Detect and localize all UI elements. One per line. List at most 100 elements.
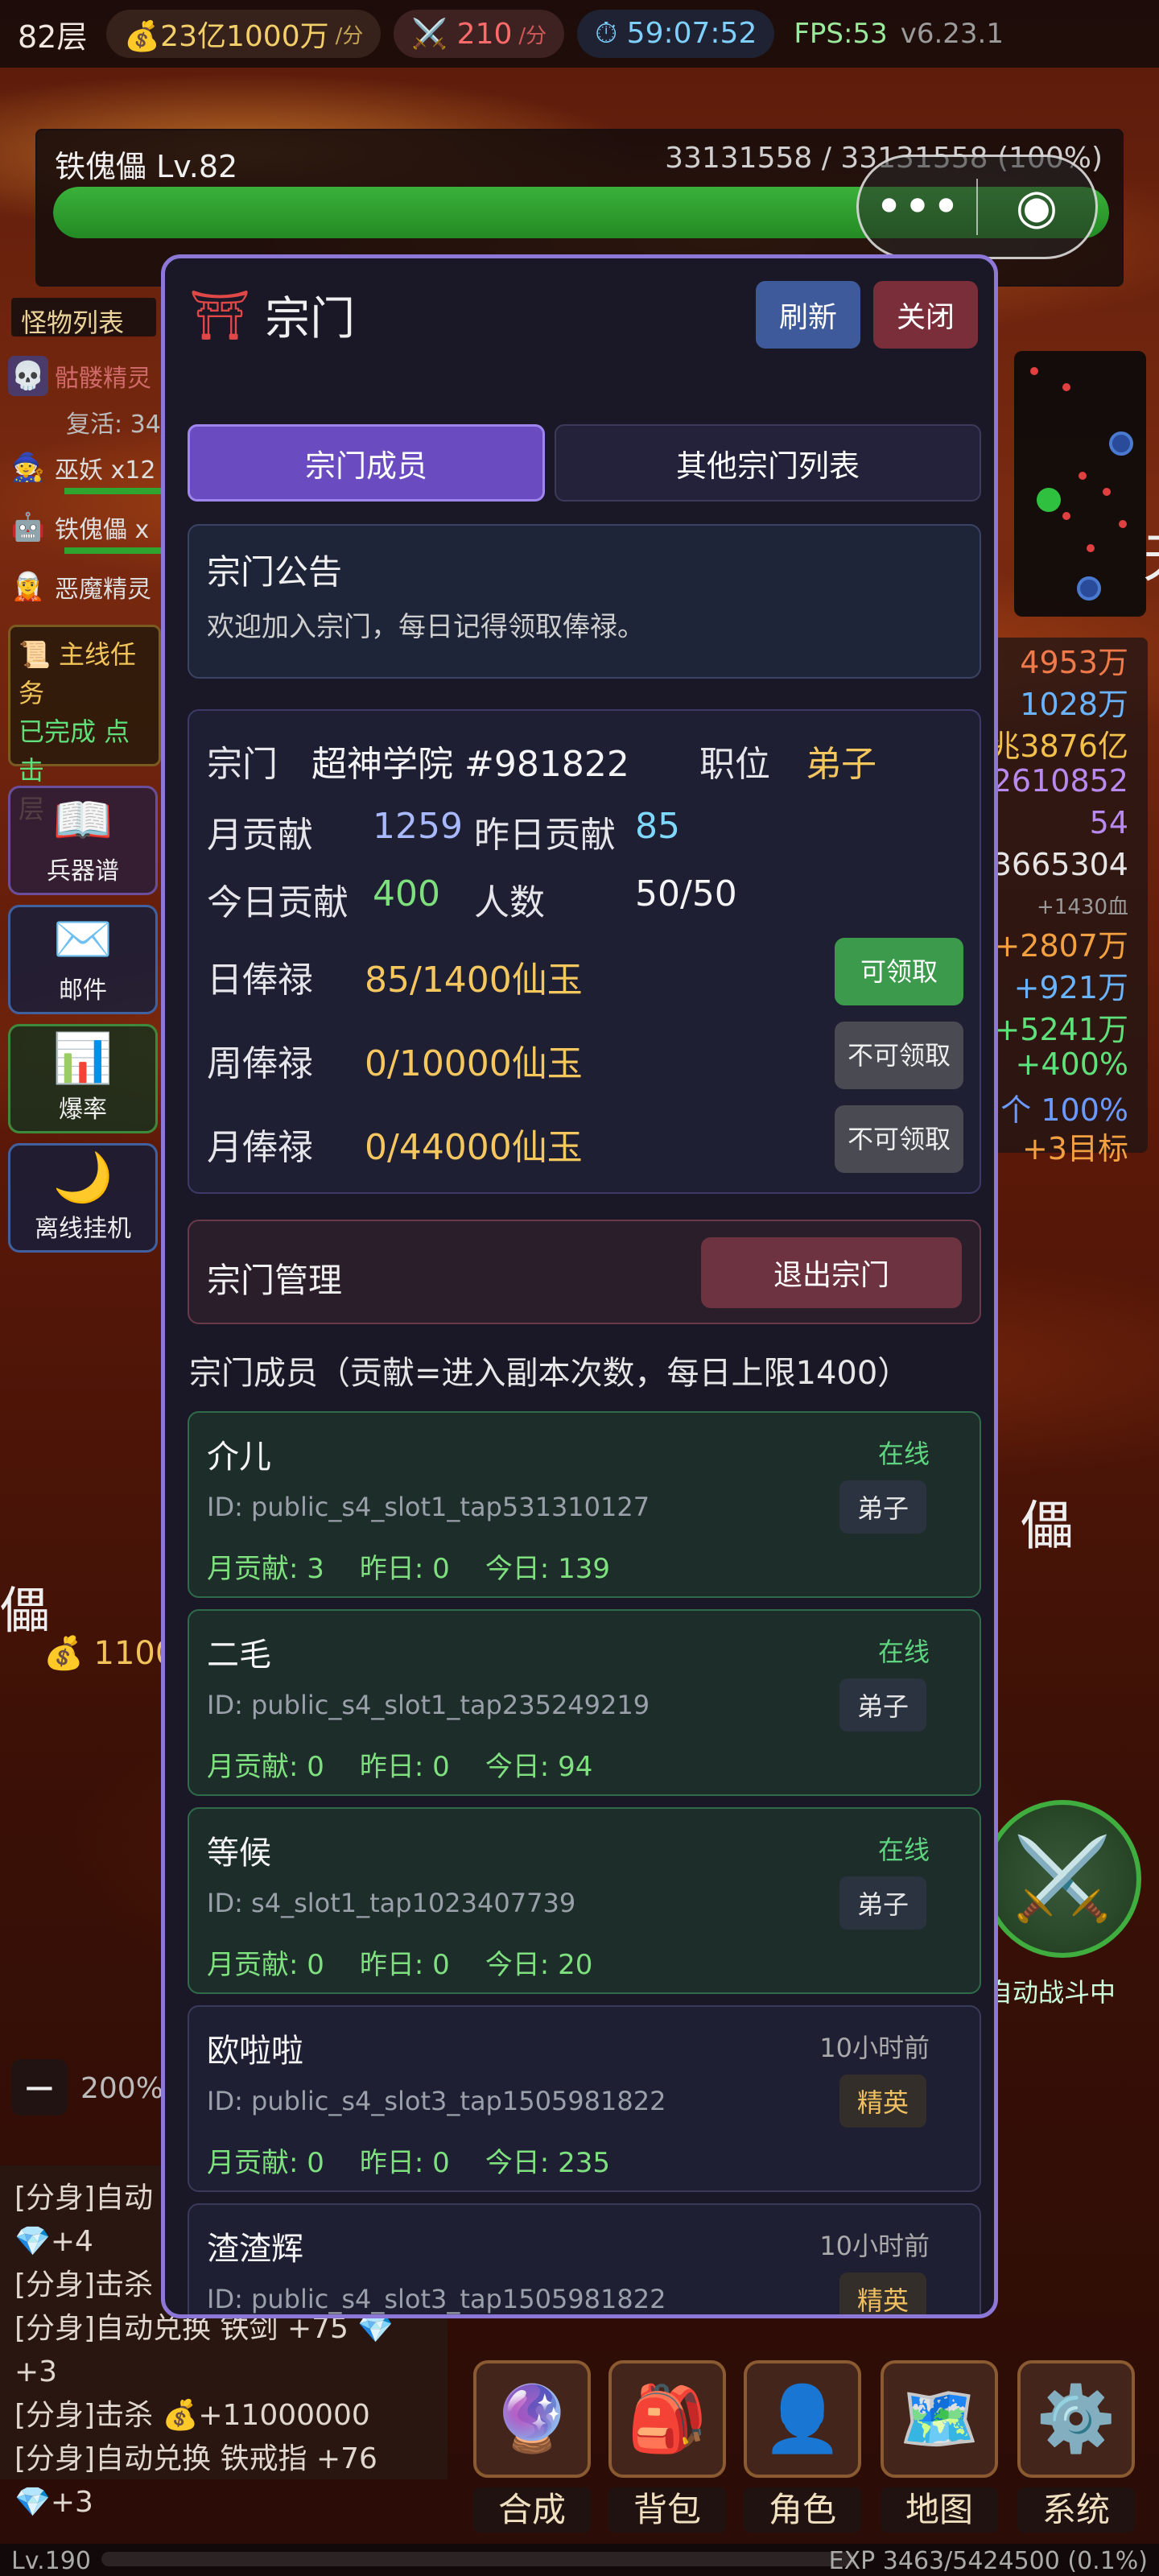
member-card[interactable]: 介儿 在线 ID: public_s4_slot1_tap531310127 弟… (188, 1411, 981, 1598)
mail-button[interactable]: ✉️ 邮件 (8, 905, 158, 1014)
stat-value: +400% (1015, 1046, 1128, 1082)
left-monster-name: 儡 (0, 1581, 51, 1640)
player-stats-panel: 4953万 1028万 兆3876亿 2610852 54 3665304 +1430血 +2… (981, 638, 1148, 1166)
monster-row[interactable]: 🤖 铁傀儡 x (8, 497, 161, 557)
offline-idle-label: 离线挂机 (35, 1215, 131, 1243)
stat-value: 54 (1089, 805, 1128, 840)
gold-rate-value: 💰23亿1000万 (124, 20, 329, 53)
daily-salary-value: 85/1400仙玉 (365, 960, 583, 1001)
player-marker (1037, 488, 1061, 512)
system-label[interactable]: 系统 (1017, 2487, 1135, 2533)
session-timer: ⏱ 59:07:52 (577, 10, 775, 58)
member-stats: 月贡献: 0 昨日: 0 今日: 94 (207, 1744, 592, 1784)
skull-icon: 💀 (8, 356, 48, 396)
timer-value: ⏱ 59:07:52 (595, 17, 757, 50)
member-card[interactable]: 欧啦啦 10小时前 ID: public_s4_slot3_tap1505981… (188, 2005, 981, 2192)
backpack-label[interactable]: 背包 (608, 2487, 726, 2533)
monster-label: 恶魔精灵 (55, 576, 151, 604)
miniprogram-capsule[interactable]: ••• ◉ (856, 155, 1098, 259)
synthesis-button[interactable]: 🔮 (473, 2360, 591, 2478)
player-level: Lv.190 (11, 2547, 91, 2575)
refresh-button[interactable]: 刷新 (756, 281, 860, 349)
map-label[interactable]: 地图 (881, 2487, 998, 2533)
member-status: 在线 (877, 1637, 930, 1667)
modal-header: ⛩ 宗门 (189, 283, 355, 348)
crystal-ball-icon: 🔮 (492, 2381, 572, 2456)
claim-monthly-button[interactable]: 不可领取 (835, 1105, 963, 1173)
member-yesterday: 昨日: 0 (359, 1949, 450, 1981)
member-today: 今日: 235 (485, 2147, 610, 2179)
offline-idle-button[interactable]: 🌙 离线挂机 (8, 1143, 158, 1253)
moon-icon: 🌙 (52, 1149, 113, 1206)
member-name: 等候 (207, 1835, 271, 1872)
monthly-contribution-label: 月贡献 (207, 815, 313, 856)
member-monthly: 月贡献: 0 (207, 1949, 324, 1981)
right-monster-name: 儡 (1021, 1495, 1074, 1557)
character-label[interactable]: 角色 (744, 2487, 861, 2533)
member-stats: 月贡献: 0 昨日: 0 今日: 20 (207, 1942, 592, 1982)
synthesis-label[interactable]: 合成 (473, 2487, 591, 2533)
member-status: 10小时前 (819, 2231, 930, 2261)
member-stats: 月贡献: 0 昨日: 0 今日: 235 (207, 2140, 610, 2180)
auto-battle-button[interactable]: ⚔️ (984, 1800, 1141, 1958)
more-menu-icon[interactable]: ••• (859, 157, 976, 257)
log-line: [分身]自动兑换 铁戒指 +76 (14, 2442, 377, 2475)
member-name: 渣渣辉 (207, 2231, 303, 2268)
member-name: 欧啦啦 (207, 2033, 303, 2070)
system-button[interactable]: ⚙️ (1017, 2360, 1135, 2478)
claim-daily-button[interactable]: 可领取 (835, 938, 963, 1005)
tab-other-sects[interactable]: 其他宗门列表 (555, 424, 981, 502)
monster-row[interactable]: 🧙 巫妖 x12 (8, 438, 161, 497)
character-button[interactable]: 👤 (744, 2360, 861, 2478)
monster-list-title[interactable]: 怪物列表 (11, 298, 156, 338)
close-button[interactable]: 关闭 (873, 281, 978, 349)
monster-row[interactable]: 🧝 恶魔精灵 (8, 557, 161, 617)
member-role-badge: 弟子 (839, 1678, 926, 1732)
member-card[interactable]: 二毛 在线 ID: public_s4_slot1_tap235249219 弟… (188, 1609, 981, 1796)
person-icon: 👤 (762, 2381, 843, 2456)
monster-row[interactable]: 💀 骷髅精灵 (8, 346, 161, 406)
zoom-level: 200% (80, 2072, 163, 2105)
announcement-title: 宗门公告 (207, 552, 343, 592)
member-role-badge: 弟子 (839, 1876, 926, 1930)
quest-title: 📜 主线任务 (19, 639, 137, 708)
target-icon[interactable]: ◉ (978, 157, 1095, 257)
floor-level: 82层 (18, 19, 88, 55)
member-status: 在线 (877, 1439, 930, 1469)
weapons-book-button[interactable]: 📖 兵器谱 (8, 786, 158, 895)
drop-rate-button[interactable]: 📊 爆率 (8, 1024, 158, 1133)
member-id: ID: public_s4_slot3_tap1505981822 (207, 2284, 666, 2314)
quest-status: 已完成 点击 (19, 716, 130, 786)
gold-rate: 💰23亿1000万 /分 (106, 10, 382, 58)
quit-sect-button[interactable]: 退出宗门 (701, 1237, 962, 1308)
zoom-out-button[interactable]: − (11, 2059, 68, 2116)
stat-value: +3目标 (1021, 1131, 1128, 1166)
stat-value: +1430血 (1037, 895, 1128, 919)
backpack-button[interactable]: 🎒 (608, 2360, 726, 2478)
monster-label: 骷髅精灵 (55, 365, 151, 393)
bar-chart-icon: 📊 (52, 1030, 113, 1087)
announcement-body: 欢迎加入宗门，每日记得领取俸禄。 (207, 611, 645, 643)
stat-value: 兆3876亿 (989, 729, 1128, 764)
map-button[interactable]: 🗺️ (881, 2360, 998, 2478)
kill-rate-value: ⚔️ 210 (411, 18, 513, 51)
tab-sect-members[interactable]: 宗门成员 (188, 424, 545, 502)
member-status: 10小时前 (819, 2033, 930, 2063)
boss-name: 铁傀儡 Lv.82 (55, 149, 238, 184)
member-card[interactable]: 渣渣辉 10小时前 ID: public_s4_slot3_tap1505981… (188, 2203, 981, 2314)
stat-value: 1028万 (1020, 687, 1128, 722)
member-card[interactable]: 等候 在线 ID: s4_slot1_tap1023407739 弟子 月贡献:… (188, 1807, 981, 1994)
position-label: 职位 (699, 744, 770, 785)
member-role-badge: 精英 (839, 2074, 926, 2128)
claim-weekly-button[interactable]: 不可领取 (835, 1022, 963, 1089)
monster-hp-line (64, 488, 161, 494)
kill-rate-unit: /分 (518, 23, 547, 48)
enemy-dot (1030, 367, 1038, 375)
sect-label: 宗门 (207, 744, 278, 785)
member-name: 二毛 (207, 1637, 271, 1674)
map-icon: 🗺️ (899, 2381, 980, 2456)
member-id: ID: public_s4_slot1_tap531310127 (207, 1492, 650, 1522)
log-line: [分身]自动兑换 铁剑 +75 💎+3 (14, 2312, 394, 2388)
enemy-dot (1119, 520, 1127, 528)
main-quest-box[interactable]: 📜 主线任务 已完成 点击 层 (8, 625, 161, 824)
